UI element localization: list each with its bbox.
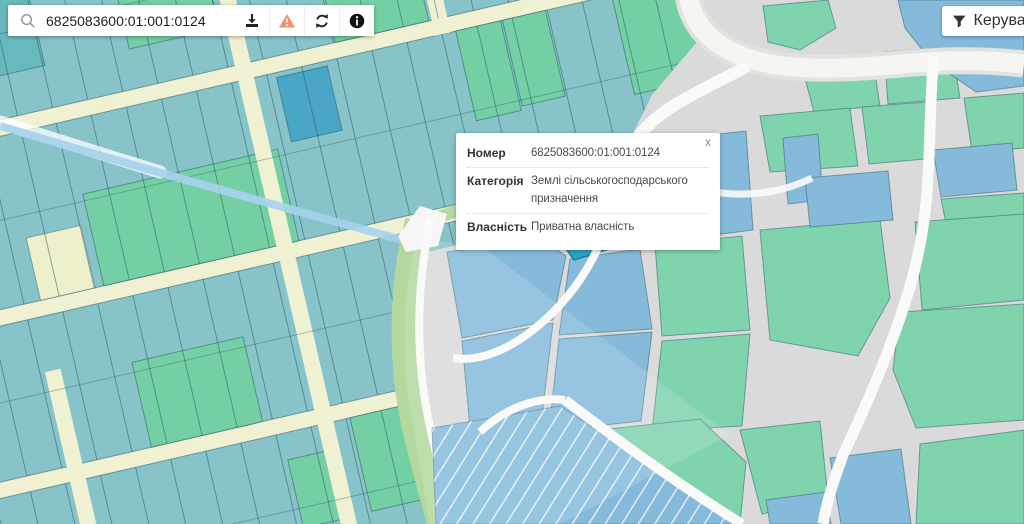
download-icon: [244, 13, 260, 29]
popup-row-label: Категорія: [467, 173, 531, 208]
popup-row-category: Категорія Землі сільськогосподарського п…: [467, 168, 709, 214]
search-icon: [8, 5, 42, 36]
popup-row-label: Номер: [467, 145, 531, 162]
map-canvas[interactable]: [0, 0, 1024, 524]
info-icon: [349, 13, 365, 29]
popup-row-number: Номер 6825083600:01:001:0124: [467, 140, 709, 168]
popup-row-ownership: Власність Приватна власність: [467, 214, 709, 241]
popup-close-icon[interactable]: x: [703, 134, 713, 150]
refresh-icon: [314, 13, 330, 29]
download-button[interactable]: [234, 5, 269, 36]
warning-icon: [278, 13, 296, 29]
funnel-icon: [952, 14, 967, 29]
parcel-info-popup: x Номер 6825083600:01:001:0124 Категорія…: [456, 133, 720, 250]
popup-row-label: Власність: [467, 219, 531, 236]
search-bar: [8, 5, 374, 36]
layer-manage-label: Керування: [974, 12, 1024, 30]
warning-button[interactable]: [269, 5, 304, 36]
popup-row-value: 6825083600:01:001:0124: [531, 145, 709, 162]
search-input[interactable]: [42, 5, 234, 36]
info-button[interactable]: [339, 5, 374, 36]
layer-manage-button[interactable]: Керування: [942, 6, 1024, 36]
popup-row-value: Землі сільськогосподарського призначення: [531, 173, 709, 208]
refresh-button[interactable]: [304, 5, 339, 36]
popup-row-value: Приватна власність: [531, 219, 709, 236]
cadastral-map-app: Керування x Номер 6825083600:01:001:0124…: [0, 0, 1024, 524]
